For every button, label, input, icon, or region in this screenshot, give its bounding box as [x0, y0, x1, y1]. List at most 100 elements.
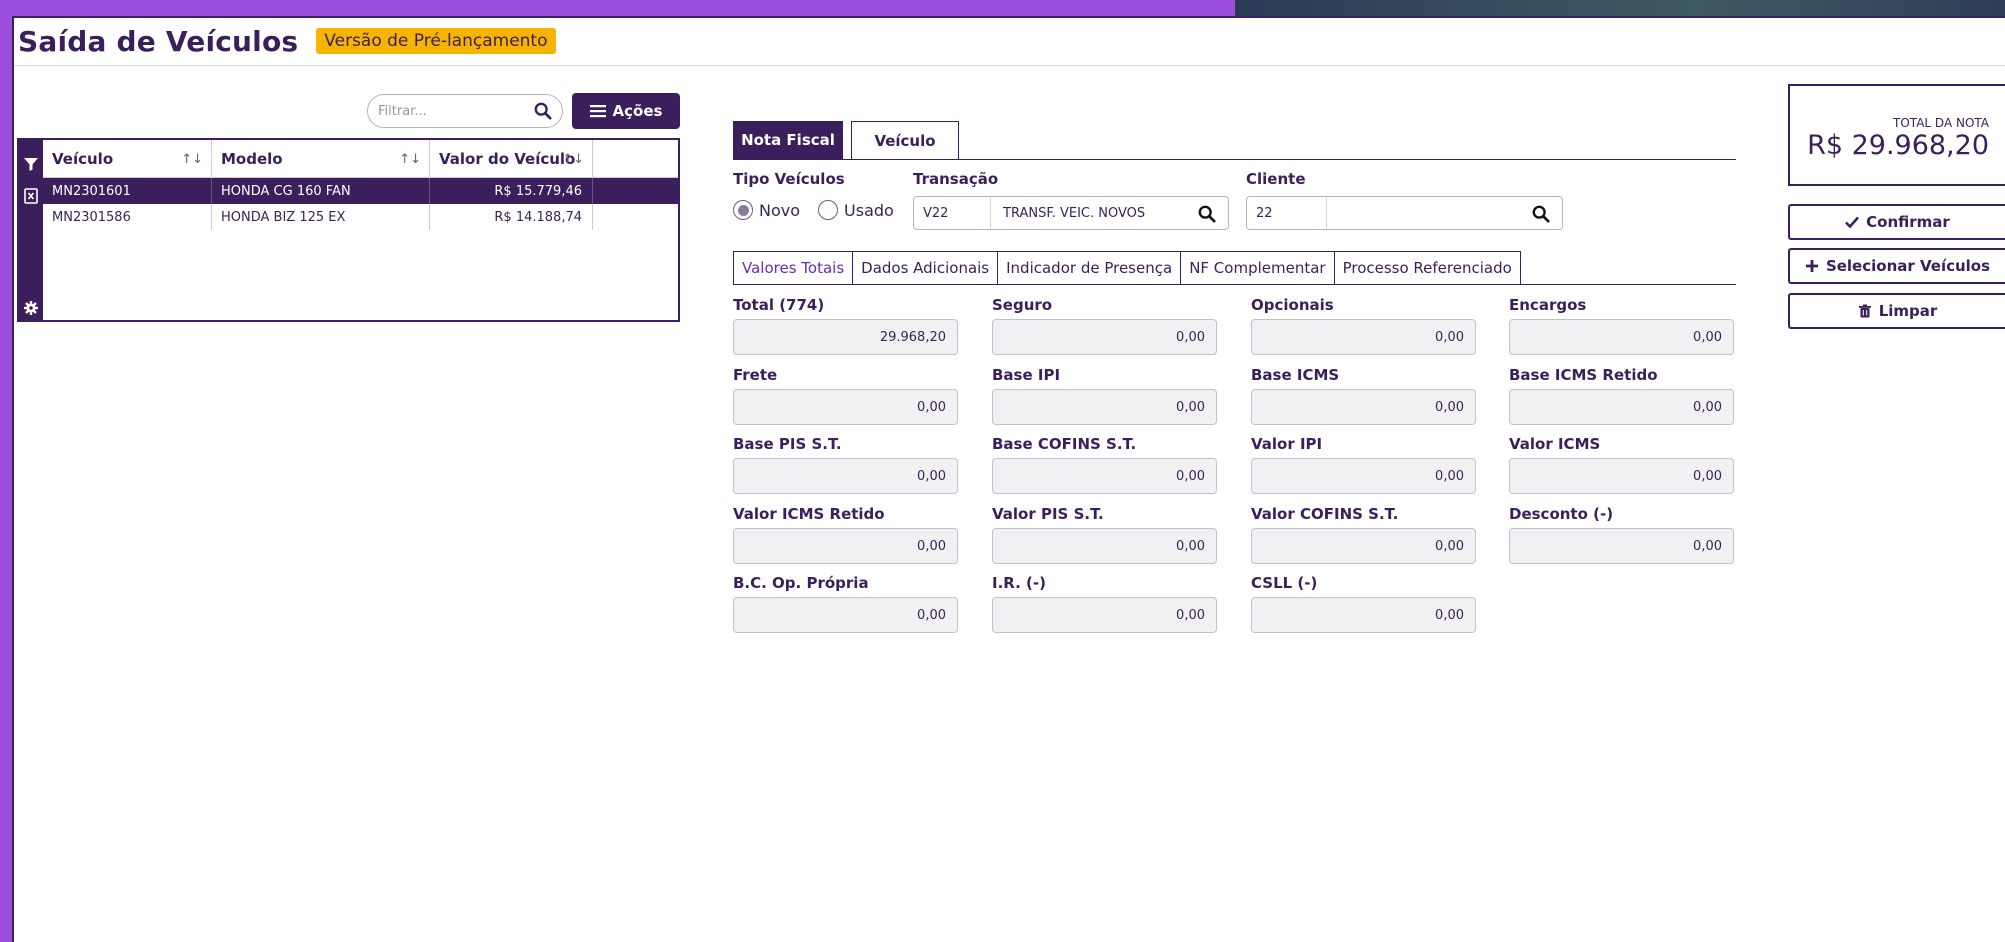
clear-label: Limpar [1878, 302, 1938, 320]
cliente-field[interactable]: 22 [1246, 196, 1563, 230]
search-icon[interactable] [1532, 205, 1550, 223]
cell-valor: R$ 14.188,74 [430, 204, 593, 230]
filter-input[interactable] [378, 103, 528, 119]
select-vehicles-button[interactable]: Selecionar Veículos [1788, 248, 2005, 284]
tab-valores-totais[interactable]: Valores Totais [733, 251, 853, 285]
cliente-code[interactable]: 22 [1247, 197, 1327, 229]
tipo-veiculos-radio-group: Novo Usado [733, 200, 894, 220]
field-label: Desconto (-) [1509, 505, 1614, 523]
field-input[interactable]: 0,00 [733, 458, 958, 494]
select-vehicles-label: Selecionar Veículos [1825, 257, 1991, 275]
field-label: Base ICMS Retido [1509, 366, 1658, 384]
column-header-modelo[interactable]: Modelo ↑↓ [212, 140, 430, 178]
search-icon[interactable] [1198, 205, 1216, 223]
tab-processo-referenciado[interactable]: Processo Referenciado [1333, 251, 1521, 285]
field-label: Base IPI [992, 366, 1061, 384]
title-row: Saída de Veículos Versão de Pré-lançamen… [18, 24, 556, 58]
cell-veiculo: MN2301586 [43, 204, 212, 230]
filter-icon[interactable] [23, 156, 39, 172]
field-input[interactable]: 0,00 [1509, 319, 1734, 355]
transacao-label: Transação [913, 170, 999, 188]
tab-dados-adicionais[interactable]: Dados Adicionais [852, 251, 998, 285]
field-input[interactable]: 0,00 [992, 528, 1217, 564]
sort-icon[interactable]: ↑↓ [562, 152, 584, 167]
field-label: CSLL (-) [1251, 574, 1318, 592]
gear-icon[interactable] [23, 300, 39, 316]
actions-label: Ações [612, 102, 663, 120]
tab-indicador-presenca[interactable]: Indicador de Presença [997, 251, 1181, 285]
check-icon [1845, 216, 1860, 229]
column-header-veiculo[interactable]: Veículo ↑↓ [43, 140, 212, 178]
total-value: R$ 29.968,20 [1807, 130, 1989, 161]
cliente-label: Cliente [1246, 170, 1306, 188]
window-decoration [1235, 0, 2005, 16]
excel-export-icon[interactable] [23, 188, 39, 204]
field-label: Valor ICMS [1509, 435, 1601, 453]
vehicles-grid: Veículo ↑↓ Modelo ↑↓ Valor do Veículo ↑↓ MN… [17, 138, 680, 322]
transacao-field[interactable]: V22 TRANSF. VEIC. NOVOS [913, 196, 1229, 230]
field-label: Base ICMS [1251, 366, 1340, 384]
page-title: Saída de Veículos [18, 24, 299, 58]
transacao-description: TRANSF. VEIC. NOVOS [1003, 205, 1146, 221]
field-label: Valor ICMS Retido [733, 505, 885, 523]
confirm-label: Confirmar [1866, 213, 1950, 231]
radio-usado-label: Usado [844, 200, 894, 220]
field-input[interactable]: 0,00 [1509, 458, 1734, 494]
total-label: TOTAL DA NOTA [1893, 116, 1989, 130]
field-label: Encargos [1509, 296, 1587, 314]
subtabs-divider [733, 284, 1736, 285]
field-input[interactable]: 0,00 [1251, 597, 1476, 633]
grid-header: Veículo ↑↓ Modelo ↑↓ Valor do Veículo ↑↓ [43, 140, 678, 178]
field-label: Frete [733, 366, 778, 384]
field-label: Base PIS S.T. [733, 435, 842, 453]
cell-modelo: HONDA BIZ 125 EX [212, 204, 430, 230]
field-input[interactable]: 0,00 [992, 597, 1217, 633]
field-input[interactable]: 0,00 [992, 458, 1217, 494]
field-input[interactable]: 0,00 [1509, 389, 1734, 425]
field-input[interactable]: 0,00 [1251, 528, 1476, 564]
title-divider [14, 65, 2005, 66]
field-label: I.R. (-) [992, 574, 1046, 592]
field-label: Total (774) [733, 296, 825, 314]
field-input[interactable]: 0,00 [1251, 458, 1476, 494]
cell-modelo: HONDA CG 160 FAN [212, 178, 430, 204]
tab-nf-complementar[interactable]: NF Complementar [1180, 251, 1334, 285]
sort-icon[interactable]: ↑↓ [399, 152, 421, 167]
tab-nota-fiscal[interactable]: Nota Fiscal [733, 121, 843, 159]
field-label: Opcionais [1251, 296, 1334, 314]
field-label: Seguro [992, 296, 1053, 314]
confirm-button[interactable]: Confirmar [1788, 204, 2005, 240]
field-label: Base COFINS S.T. [992, 435, 1137, 453]
grid-sidebar [19, 140, 43, 320]
tab-veiculo[interactable]: Veículo [851, 121, 959, 159]
tabs-divider [733, 159, 1736, 160]
field-input[interactable]: 0,00 [1251, 389, 1476, 425]
table-row[interactable]: MN2301601 HONDA CG 160 FAN R$ 15.779,46 [43, 178, 678, 204]
clear-button[interactable]: Limpar [1788, 293, 2005, 329]
field-input[interactable]: 0,00 [733, 528, 958, 564]
field-input[interactable]: 0,00 [733, 389, 958, 425]
field-input[interactable]: 0,00 [1251, 319, 1476, 355]
field-input[interactable]: 0,00 [1509, 528, 1734, 564]
field-input[interactable]: 0,00 [992, 389, 1217, 425]
field-input[interactable]: 0,00 [733, 597, 958, 633]
filter-box[interactable] [367, 94, 563, 128]
field-input[interactable]: 0,00 [992, 319, 1217, 355]
sub-tabs: Valores Totais Dados Adicionais Indicado… [733, 251, 1521, 285]
actions-button[interactable]: Ações [572, 93, 680, 129]
transacao-code[interactable]: V22 [914, 197, 991, 229]
radio-usado[interactable] [818, 200, 839, 220]
trash-icon [1858, 304, 1871, 318]
cell-valor: R$ 15.779,46 [430, 178, 593, 204]
plus-icon [1805, 260, 1818, 272]
tipo-veiculos-label: Tipo Veículos [733, 170, 845, 188]
field-input[interactable]: 29.968,20 [733, 319, 958, 355]
prerelease-badge: Versão de Pré-lançamento [316, 28, 556, 54]
radio-novo[interactable] [733, 200, 753, 220]
table-row[interactable]: MN2301586 HONDA BIZ 125 EX R$ 14.188,74 [43, 204, 678, 230]
column-header-valor[interactable]: Valor do Veículo ↑↓ [430, 140, 593, 178]
search-icon[interactable] [534, 102, 552, 120]
sort-icon[interactable]: ↑↓ [181, 152, 203, 167]
field-label: Valor COFINS S.T. [1251, 505, 1399, 523]
field-label: Valor IPI [1251, 435, 1323, 453]
